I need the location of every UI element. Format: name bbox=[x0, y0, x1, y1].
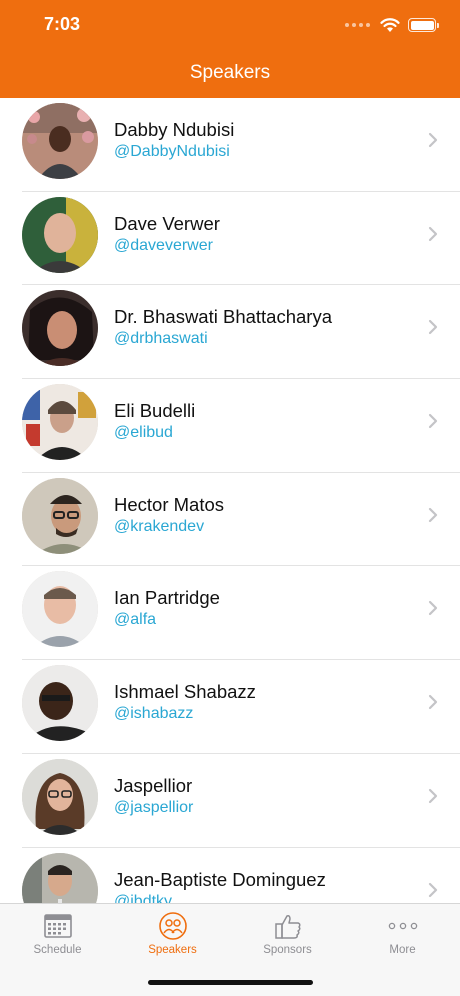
speaker-row[interactable]: Dabby Ndubisi @DabbyNdubisi bbox=[0, 98, 460, 192]
speaker-list: Dabby Ndubisi @DabbyNdubisi Dave Verwer … bbox=[0, 98, 460, 941]
speaker-handle: @ishabazz bbox=[114, 705, 194, 723]
tab-label: More bbox=[389, 944, 416, 956]
speaker-row[interactable]: Jaspellior @jaspellior bbox=[0, 754, 460, 848]
speaker-handle: @jaspellior bbox=[114, 798, 194, 816]
speakers-screen: 7:03 Speakers Dabby Ndubisi @DabbyNdubis… bbox=[0, 0, 460, 996]
avatar bbox=[22, 384, 98, 461]
avatar bbox=[22, 103, 98, 179]
status-icons bbox=[345, 15, 439, 35]
chevron-right-icon bbox=[428, 132, 438, 148]
tab-label: Speakers bbox=[148, 944, 197, 956]
speaker-name: Hector Matos bbox=[114, 493, 225, 515]
avatar bbox=[22, 758, 98, 835]
tab-more[interactable]: More bbox=[345, 904, 460, 974]
speaker-handle: @elibud bbox=[114, 424, 173, 442]
speaker-name: Ishmael Shabazz bbox=[114, 681, 256, 703]
battery-icon bbox=[408, 18, 439, 32]
speaker-handle: @alfa bbox=[114, 611, 157, 629]
speakers-icon bbox=[158, 912, 187, 940]
chevron-right-icon bbox=[428, 413, 438, 429]
speaker-row[interactable]: Eli Budelli @elibud bbox=[0, 379, 460, 473]
speaker-row[interactable]: Dr. Bhaswati Bhattacharya @drbhaswati bbox=[0, 285, 460, 379]
speaker-name: Dabby Ndubisi bbox=[114, 119, 235, 140]
avatar bbox=[22, 571, 98, 648]
speaker-handle: @daveverwer bbox=[114, 236, 213, 254]
chevron-right-icon bbox=[428, 882, 438, 897]
home-indicator[interactable] bbox=[148, 980, 313, 985]
chevron-right-icon bbox=[428, 226, 438, 241]
calendar-icon bbox=[43, 914, 72, 938]
speaker-handle: @drbhaswati bbox=[114, 330, 208, 348]
speaker-row[interactable]: Ian Partridge @alfa bbox=[0, 566, 460, 660]
tab-schedule[interactable]: Schedule bbox=[0, 904, 115, 974]
chevron-right-icon bbox=[428, 601, 438, 616]
speaker-name: Eli Budelli bbox=[114, 400, 196, 422]
speaker-handle: @DabbyNdubisi bbox=[114, 143, 230, 160]
thumbs-up-icon bbox=[274, 915, 301, 939]
speaker-handle: @krakendev bbox=[114, 517, 205, 535]
speaker-name: Ian Partridge bbox=[114, 587, 220, 609]
speaker-name: Jean-Baptiste Dominguez bbox=[114, 868, 326, 890]
avatar bbox=[22, 477, 98, 554]
tab-label: Schedule bbox=[33, 944, 82, 956]
avatar bbox=[22, 665, 98, 742]
speaker-row[interactable]: Ishmael Shabazz @ishabazz bbox=[0, 660, 460, 754]
chevron-right-icon bbox=[428, 320, 438, 335]
speaker-row[interactable]: Dave Verwer @daveverwer bbox=[0, 192, 460, 286]
chevron-right-icon bbox=[428, 788, 438, 803]
tab-label: Sponsors bbox=[263, 944, 312, 956]
tab-sponsors[interactable]: Sponsors bbox=[230, 904, 345, 974]
tab-speakers[interactable]: Speakers bbox=[115, 904, 230, 974]
status-time: 7:03 bbox=[44, 14, 81, 34]
signal-icon bbox=[345, 23, 370, 27]
speaker-name: Dave Verwer bbox=[114, 212, 220, 234]
speaker-row[interactable]: Hector Matos @krakendev bbox=[0, 473, 460, 567]
page-title: Speakers bbox=[189, 62, 271, 83]
speaker-name: Dr. Bhaswati Bhattacharya bbox=[114, 306, 332, 328]
more-icon bbox=[388, 922, 417, 930]
avatar bbox=[22, 290, 98, 367]
chevron-right-icon bbox=[428, 695, 438, 710]
chevron-right-icon bbox=[428, 507, 438, 522]
navigation-header: 7:03 Speakers bbox=[0, 0, 460, 98]
avatar bbox=[22, 196, 98, 273]
speaker-name: Jaspellior bbox=[114, 774, 193, 796]
wifi-icon bbox=[380, 17, 400, 32]
